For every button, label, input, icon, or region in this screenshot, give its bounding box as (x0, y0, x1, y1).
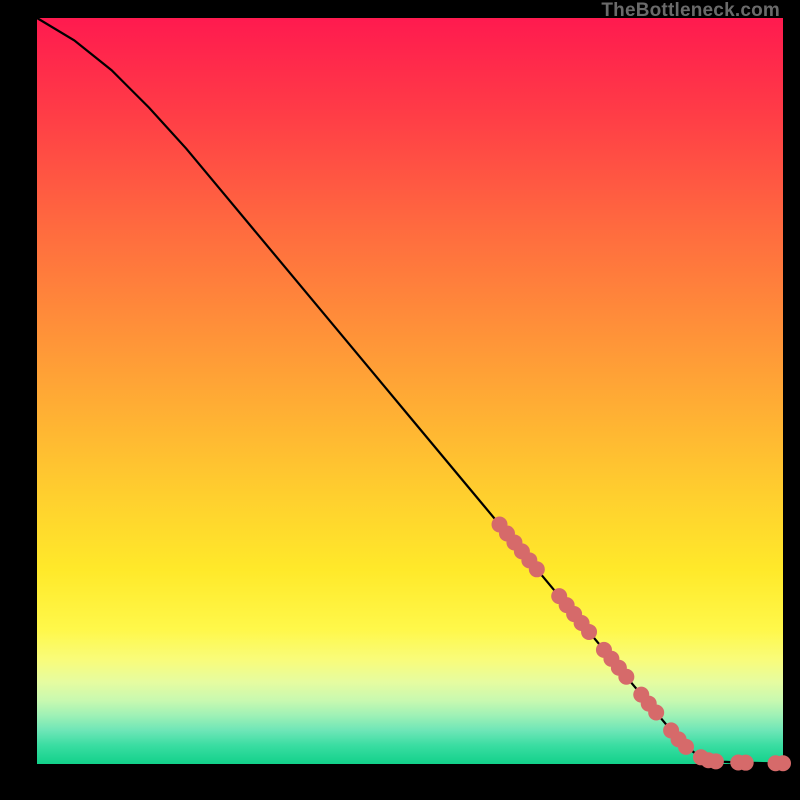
chart-svg (37, 18, 783, 764)
marker-group (492, 517, 791, 772)
data-marker (529, 561, 545, 577)
data-marker (678, 739, 694, 755)
data-marker (775, 755, 791, 771)
data-marker (581, 624, 597, 640)
chart-frame: TheBottleneck.com (0, 0, 800, 800)
data-marker (738, 755, 754, 771)
data-marker (618, 669, 634, 685)
data-marker (648, 705, 664, 721)
data-marker (708, 753, 724, 769)
curve-line (37, 18, 783, 763)
